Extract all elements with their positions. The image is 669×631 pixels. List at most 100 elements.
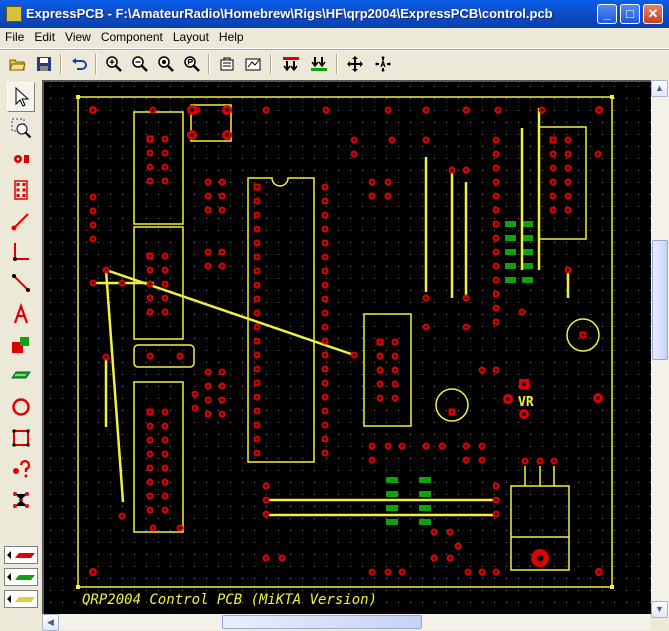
- pad-hole: [566, 166, 570, 170]
- insert-corner-tool[interactable]: [7, 237, 35, 267]
- pad-hole: [448, 556, 452, 560]
- pad-hole: [255, 255, 259, 259]
- layer-swap-icon: [11, 371, 31, 379]
- pad-hole: [163, 137, 167, 141]
- menu-file[interactable]: File: [0, 28, 29, 44]
- zoom-in-button[interactable]: [103, 53, 125, 75]
- pad-hole: [323, 255, 327, 259]
- rectangle-tool[interactable]: [7, 423, 35, 453]
- open-button[interactable]: [7, 53, 29, 75]
- place-trace-tool[interactable]: [7, 206, 35, 236]
- pad-hole: [581, 333, 585, 337]
- move-button[interactable]: [344, 53, 366, 75]
- zoom-tool[interactable]: [7, 113, 35, 143]
- save-button[interactable]: [33, 53, 55, 75]
- pad-hole: [323, 367, 327, 371]
- pad-hole: [566, 268, 570, 272]
- filled-shape-tool[interactable]: [7, 330, 35, 360]
- pad-hole: [323, 213, 327, 217]
- menu-edit[interactable]: Edit: [29, 28, 60, 44]
- save-icon: [37, 57, 51, 71]
- scroll-left-button[interactable]: ◀: [42, 614, 59, 631]
- pad-hole: [151, 108, 155, 112]
- pad-hole: [494, 180, 498, 184]
- pad-hole: [206, 384, 210, 388]
- pad-hole: [120, 281, 124, 285]
- zoom-out-button[interactable]: [129, 53, 151, 75]
- pad-hole: [494, 368, 498, 372]
- top-layer-button[interactable]: [280, 53, 302, 75]
- zoom-previous-button[interactable]: [181, 53, 203, 75]
- layer-swap-tool[interactable]: [7, 361, 35, 391]
- menu-help[interactable]: Help: [214, 28, 249, 44]
- pad-hole: [424, 444, 428, 448]
- query-tool[interactable]: [7, 454, 35, 484]
- pad-hole: [206, 194, 210, 198]
- pad-hole: [148, 494, 152, 498]
- pad-hole: [225, 133, 229, 137]
- pad-hole: [494, 208, 498, 212]
- pad-hole: [323, 451, 327, 455]
- component-properties-button[interactable]: [216, 53, 238, 75]
- pad-hole: [148, 410, 152, 414]
- toolbar-separator: [208, 54, 210, 74]
- close-button[interactable]: ✕: [643, 4, 663, 24]
- pad-hole: [494, 320, 498, 324]
- main-toolbar: [0, 49, 669, 78]
- pad-hole: [323, 325, 327, 329]
- undo-button[interactable]: [68, 53, 90, 75]
- netlist-tool[interactable]: [7, 485, 35, 515]
- scroll-down-button[interactable]: ▼: [651, 601, 668, 618]
- circle-tool[interactable]: [7, 392, 35, 422]
- pad-hole: [432, 530, 436, 534]
- maximize-button[interactable]: □: [620, 4, 640, 24]
- bottom-layer-icon: [311, 57, 327, 71]
- select-tool[interactable]: [7, 82, 35, 112]
- place-component-tool[interactable]: [7, 175, 35, 205]
- pad-hole: [255, 395, 259, 399]
- pad-hole: [163, 151, 167, 155]
- expresspcb-app-icon[interactable]: [6, 6, 22, 22]
- pad-hole: [91, 195, 95, 199]
- pad-hole: [494, 512, 498, 516]
- trace-segment-tool[interactable]: [7, 268, 35, 298]
- place-text-tool[interactable]: [7, 299, 35, 329]
- move-text-button[interactable]: [372, 53, 394, 75]
- pad-hole: [551, 194, 555, 198]
- circle-tool-icon: [12, 398, 30, 416]
- layer-top-button[interactable]: [4, 546, 38, 564]
- pad-hole: [464, 325, 468, 329]
- pad-hole: [91, 570, 95, 574]
- zoom-fit-button[interactable]: [155, 53, 177, 75]
- horizontal-scroll-thumb[interactable]: [222, 615, 422, 629]
- vertical-scrollbar[interactable]: ▲ ▼: [651, 80, 669, 618]
- pad-hole: [323, 199, 327, 203]
- pad-hole: [120, 514, 124, 518]
- pad-hole: [163, 310, 167, 314]
- minimize-button[interactable]: _: [597, 4, 617, 24]
- pad-hole: [255, 353, 259, 357]
- pad-hole: [148, 452, 152, 456]
- pad-hole: [393, 340, 397, 344]
- horizontal-scrollbar[interactable]: ◀: [42, 614, 651, 631]
- pad-hole: [494, 292, 498, 296]
- vertical-scroll-thumb[interactable]: [652, 240, 668, 360]
- menu-view[interactable]: View: [60, 28, 96, 44]
- place-pad-tool[interactable]: [7, 144, 35, 174]
- pad-hole: [386, 194, 390, 198]
- pad-hole: [148, 282, 152, 286]
- pad-hole: [163, 480, 167, 484]
- pad-hole: [523, 459, 527, 463]
- scroll-up-button[interactable]: ▲: [651, 80, 668, 97]
- part-library-button[interactable]: [242, 53, 264, 75]
- layer-silk-button[interactable]: [4, 590, 38, 608]
- pcb-canvas[interactable]: VR QRP2004 Control PCB (MiKTA Version): [42, 80, 657, 618]
- bottom-layer-button[interactable]: [308, 53, 330, 75]
- toolbar-separator: [95, 54, 97, 74]
- trace-segment-icon: [12, 274, 30, 292]
- pad-hole: [494, 484, 498, 488]
- menu-layout[interactable]: Layout: [168, 28, 214, 44]
- layer-bottom-button[interactable]: [4, 568, 38, 586]
- menu-component[interactable]: Component: [96, 28, 168, 44]
- pad-hole: [323, 353, 327, 357]
